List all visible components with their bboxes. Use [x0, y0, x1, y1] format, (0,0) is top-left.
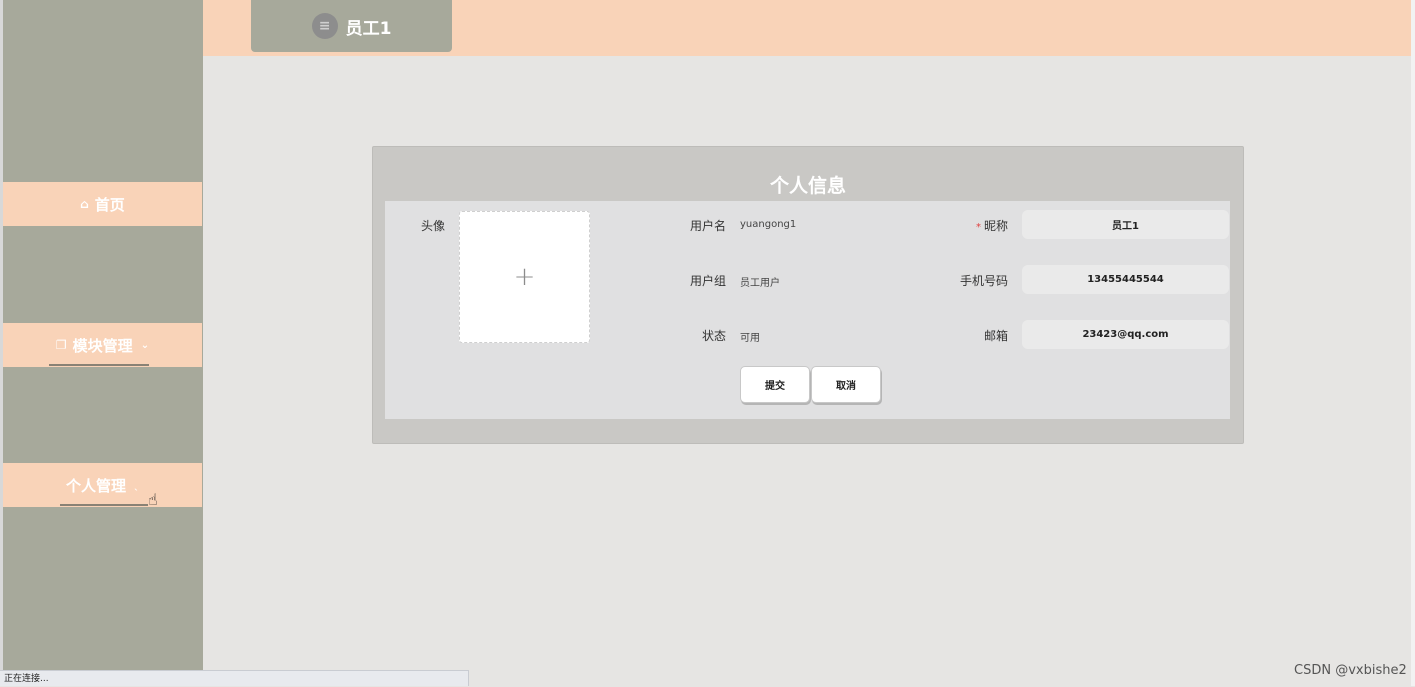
phone-value: 13455445544	[1087, 274, 1164, 285]
submit-button[interactable]: 提交	[740, 366, 810, 403]
hand-cursor-icon: ☝	[148, 490, 158, 509]
nickname-label: * 昵称	[945, 217, 1008, 234]
menu-lines-icon: ≡	[311, 13, 338, 39]
nav-underline	[60, 504, 148, 506]
sidebar-item-label: 首页	[94, 195, 125, 214]
chevron-icon: ˎ	[134, 479, 139, 491]
nickname-value: 员工1	[1112, 221, 1139, 232]
header-username: 员工1	[345, 18, 392, 39]
home-icon: ⌂	[80, 197, 89, 211]
profile-form: 头像 + 用户名 yuangong1 用户组 员工用户 状态 可用 * 昵称 员工…	[385, 201, 1230, 419]
chevron-down-icon: ⌄	[140, 339, 150, 351]
usergroup-label: 用户组	[689, 274, 726, 288]
profile-panel: 个人信息 头像 + 用户名 yuangong1 用户组 员工用户 状态 可用 *…	[372, 146, 1244, 444]
sidebar-item-label: 个人管理	[65, 476, 126, 495]
status-label: 状态	[701, 329, 726, 343]
nav-underline	[49, 364, 149, 366]
nickname-field[interactable]: 员工1	[1022, 210, 1229, 239]
cancel-button[interactable]: 取消	[811, 366, 881, 403]
watermark: CSDN @vxbishe2	[1294, 663, 1407, 678]
sidebar: ⌂ 首页 ❐ 模块管理 ⌄ 个人管理 ˎ ☝	[3, 0, 203, 686]
copy-icon: ❐	[55, 338, 67, 352]
email-label: 邮箱	[983, 329, 1008, 343]
top-header: ≡ 员工1	[203, 0, 1413, 56]
required-asterisk: *	[975, 222, 981, 233]
sidebar-item-modules[interactable]: ❐ 模块管理 ⌄	[3, 323, 202, 367]
panel-title: 个人信息	[769, 175, 846, 197]
user-menu[interactable]: ≡ 员工1	[251, 0, 452, 52]
status-value: 可用	[740, 333, 760, 344]
usergroup-value: 员工用户	[740, 278, 780, 289]
plus-icon: +	[513, 262, 536, 292]
avatar-label: 头像	[420, 219, 445, 233]
avatar-upload[interactable]: +	[459, 211, 590, 343]
sidebar-item-personal[interactable]: 个人管理 ˎ	[3, 463, 202, 507]
email-field[interactable]: 23423@qq.com	[1022, 320, 1229, 349]
sidebar-item-label: 模块管理	[72, 336, 133, 355]
nickname-label-text: 昵称	[983, 219, 1008, 233]
email-value: 23423@qq.com	[1082, 329, 1169, 340]
phone-field[interactable]: 13455445544	[1022, 265, 1229, 294]
username-label: 用户名	[689, 219, 726, 233]
sidebar-item-home[interactable]: ⌂ 首页	[3, 182, 202, 226]
username-value: yuangong1	[740, 219, 797, 230]
window-right-edge	[1411, 0, 1415, 686]
browser-status-bar: 正在连接...	[0, 670, 469, 686]
phone-label: 手机号码	[959, 274, 1008, 288]
